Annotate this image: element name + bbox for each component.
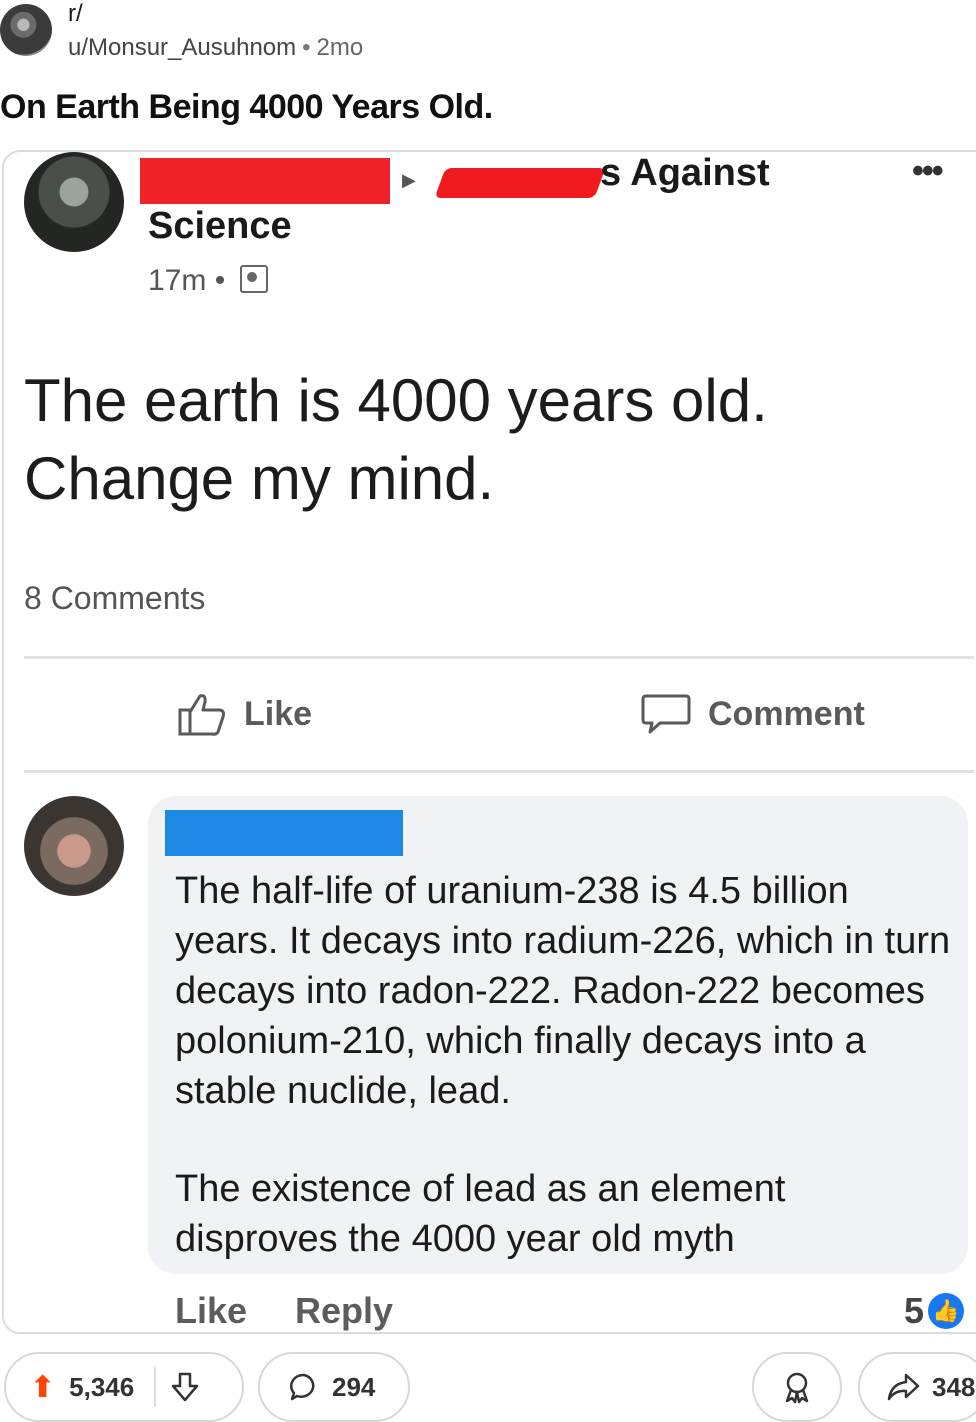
fb-comment-like: Like [175, 1290, 248, 1331]
fb-like-button: Like [176, 690, 312, 738]
username-link[interactable]: u/Monsur_Ausuhnom [68, 34, 296, 61]
fb-post-text-line1: The earth is 4000 years old. [24, 367, 768, 434]
share-button[interactable]: 348 [858, 1352, 976, 1422]
vote-separator [154, 1367, 157, 1407]
fb-comment-paragraph-2: The existence of lead as an element disp… [175, 1168, 786, 1260]
share-count: 348 [932, 1371, 976, 1402]
fb-post-text: The earth is 4000 years old. Change my m… [24, 362, 924, 518]
subreddit-name[interactable]: r/ [68, 0, 83, 28]
post-title[interactable]: On Earth Being 4000 Years Old. [0, 88, 493, 127]
upvote-icon[interactable]: ⬆ [30, 1370, 55, 1405]
share-icon [887, 1373, 920, 1401]
divider [24, 656, 974, 659]
fb-reaction-count: 5 [904, 1290, 925, 1331]
redacted-commenter-name [165, 810, 403, 856]
like-reaction-icon: 👍 [928, 1293, 965, 1329]
meta-separator: • [214, 264, 226, 297]
vote-count: 5,346 [69, 1371, 135, 1402]
fb-comment-reactions: 5 👍 [904, 1290, 965, 1332]
award-button[interactable] [752, 1352, 842, 1422]
fb-post-time: 17m [148, 264, 207, 297]
post-byline: u/Monsur_Ausuhnom • 2mo [68, 34, 363, 62]
privacy-icon [239, 265, 268, 294]
arrow-right-icon: ▶ [402, 170, 416, 190]
group-name: s Against [600, 152, 770, 194]
downvote-icon[interactable] [170, 1371, 200, 1403]
redacted-group-name [434, 168, 606, 198]
award-icon [785, 1372, 809, 1404]
byline-separator: • [302, 34, 311, 61]
comment-icon [289, 1373, 315, 1401]
vote-control: ⬆ 5,346 [4, 1352, 244, 1422]
comments-button[interactable]: 294 [258, 1352, 410, 1422]
post-age: 2mo [316, 34, 364, 61]
fb-comments-count: 8 Comments [24, 580, 206, 616]
divider [24, 770, 974, 773]
commenter-avatar [24, 796, 124, 896]
comment-count: 294 [332, 1371, 376, 1402]
fb-comment-paragraph-1: The half-life of uranium-238 is 4.5 bill… [175, 870, 951, 1112]
fb-comment-label: Comment [708, 694, 865, 733]
more-options-icon: ••• [912, 152, 944, 190]
fb-like-label: Like [244, 694, 313, 733]
group-name-line2: Science [148, 205, 292, 247]
redacted-poster-name [140, 158, 390, 204]
fb-post-meta: 17m • [148, 264, 268, 298]
subreddit-avatar[interactable] [0, 4, 52, 56]
fb-comment-reply: Reply [295, 1290, 394, 1331]
poster-avatar [24, 152, 124, 252]
fb-post-text-line2: Change my mind. [24, 445, 495, 512]
thumbs-up-icon [178, 694, 226, 736]
speech-bubble-icon [641, 694, 691, 734]
fb-comment-button: Comment [640, 690, 865, 738]
